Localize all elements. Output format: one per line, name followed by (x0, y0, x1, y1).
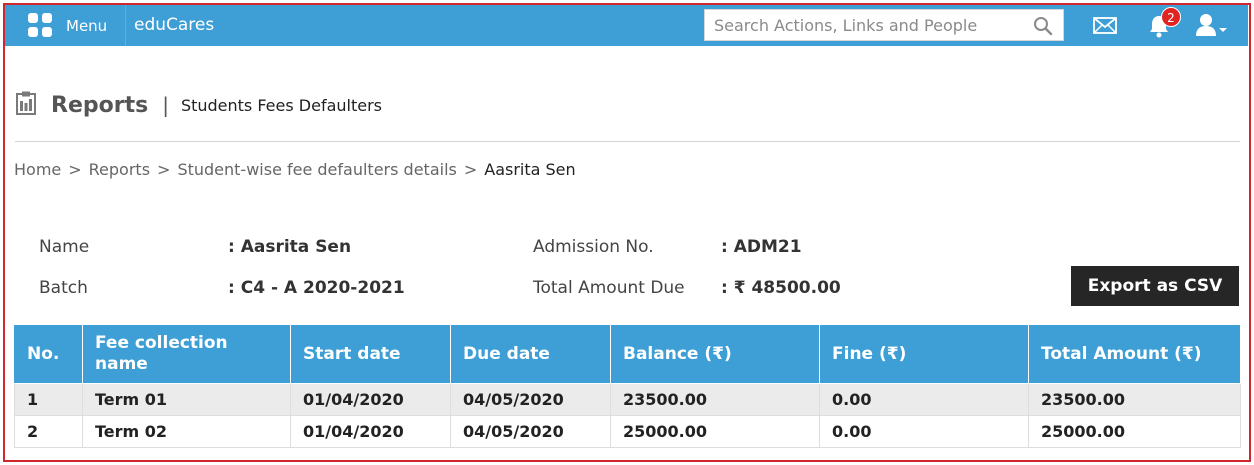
column-header[interactable]: Fee collection name (82, 324, 291, 384)
table-cell: 25000.00 (610, 415, 820, 448)
table-cell: Term 02 (82, 415, 291, 448)
export-csv-button[interactable]: Export as CSV (1071, 266, 1239, 306)
table-cell: 0.00 (819, 383, 1029, 416)
breadcrumb-defaulters-details[interactable]: Student-wise fee defaulters details (177, 160, 456, 179)
breadcrumb-current: Aasrita Sen (484, 160, 576, 179)
table-row: 2 Term 02 01/04/2020 04/05/2020 25000.00… (14, 415, 1241, 448)
table-cell: 04/05/2020 (450, 383, 611, 416)
column-header[interactable]: No. (14, 324, 83, 384)
name-label: Name (39, 237, 90, 257)
admission-value: : ADM21 (721, 237, 802, 257)
table-cell: 23500.00 (1028, 383, 1241, 416)
breadcrumb-separator: > (157, 160, 171, 179)
batch-label: Batch (39, 278, 88, 298)
brand-name[interactable]: eduCares (134, 15, 214, 35)
menu-button[interactable]: Menu (15, 5, 126, 46)
name-value: : Aasrita Sen (228, 237, 352, 257)
table-cell: 04/05/2020 (450, 415, 611, 448)
menu-grid-icon (28, 12, 54, 39)
breadcrumb-home[interactable]: Home (14, 160, 61, 179)
batch-value: : C4 - A 2020-2021 (228, 278, 405, 298)
breadcrumb-reports[interactable]: Reports (89, 160, 150, 179)
total-due-label: Total Amount Due (533, 278, 685, 298)
admission-label: Admission No. (533, 237, 654, 257)
column-header[interactable]: Total Amount (₹) (1028, 324, 1241, 384)
report-clipboard-icon (16, 91, 36, 119)
table-cell: 1 (14, 383, 83, 416)
table-cell: 2 (14, 415, 83, 448)
user-icon (1196, 14, 1216, 36)
header-divider (15, 141, 1240, 142)
table-cell: 01/04/2020 (290, 383, 451, 416)
page-title: Reports (51, 92, 149, 118)
column-header[interactable]: Start date (290, 324, 451, 384)
table-cell: 01/04/2020 (290, 415, 451, 448)
breadcrumb-separator: > (463, 160, 478, 179)
table-cell: 23500.00 (610, 383, 820, 416)
breadcrumb: Home > Reports > Student-wise fee defaulters… (14, 160, 576, 179)
table-cell: 0.00 (819, 415, 1029, 448)
search-icon[interactable] (1033, 16, 1053, 40)
chevron-down-icon (1219, 28, 1227, 32)
page-header: Reports | Students Fees Defaulters (16, 90, 382, 120)
table-cell: 25000.00 (1028, 415, 1241, 448)
table-header-row: No. Fee collection name Start date Due d… (14, 324, 1241, 384)
notification-badge: 2 (1161, 7, 1181, 27)
column-header[interactable]: Due date (450, 324, 611, 384)
total-due-value: : ₹ 48500.00 (721, 278, 841, 298)
table-row: 1 Term 01 01/04/2020 04/05/2020 23500.00… (14, 383, 1241, 416)
column-header[interactable]: Balance (₹) (610, 324, 820, 384)
breadcrumb-separator: > (68, 160, 82, 179)
search-input[interactable] (705, 10, 1034, 40)
menu-label: Menu (66, 16, 108, 35)
search-box (704, 9, 1064, 41)
title-separator: | (162, 93, 169, 117)
fees-table: No. Fee collection name Start date Due d… (14, 324, 1241, 448)
table-cell: Term 01 (82, 383, 291, 416)
mail-icon[interactable] (1093, 17, 1117, 38)
user-menu[interactable] (1195, 13, 1229, 41)
column-header[interactable]: Fine (₹) (819, 324, 1029, 384)
top-navbar: Menu eduCares 2 (5, 5, 1248, 46)
page-subtitle: Students Fees Defaulters (180, 95, 382, 115)
